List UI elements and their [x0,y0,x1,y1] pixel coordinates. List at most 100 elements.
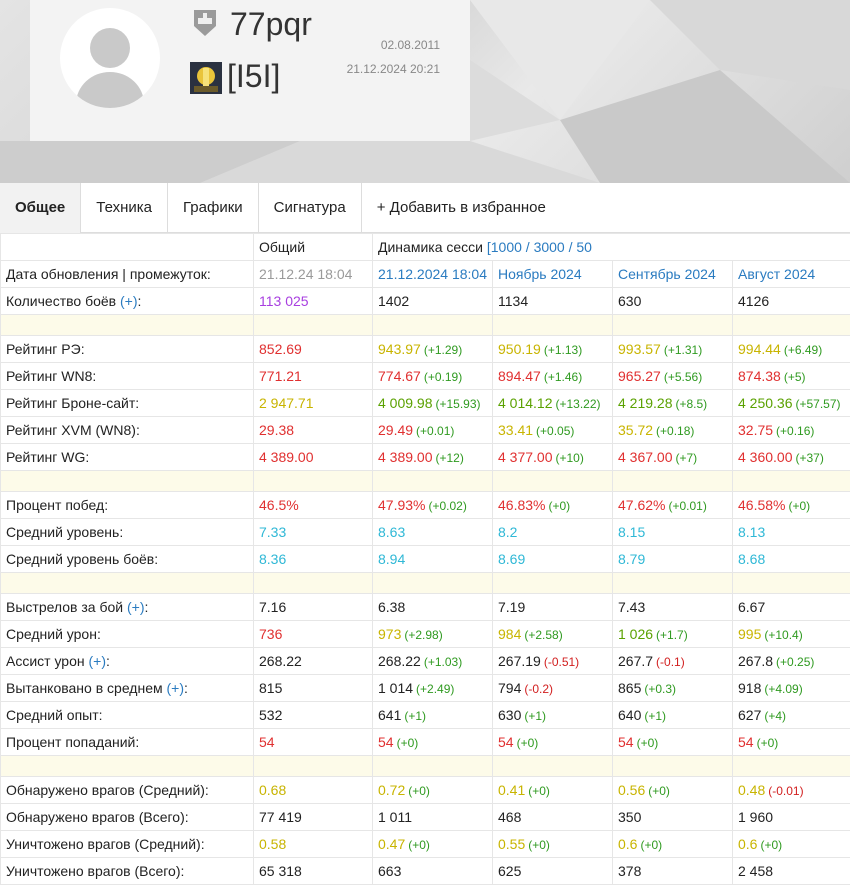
stat-period-value: 0.55 [498,836,526,852]
stat-delta: (+1.7) [656,628,688,642]
stat-delta: (+8.5) [675,397,708,411]
stat-row: Рейтинг WG: 4 389.00 4 389.00 (+12) 4 377.00… [0,443,850,471]
stat-period-value: 8.2 [498,524,518,540]
stat-label: Процент попаданий: [6,734,140,750]
stat-row: Рейтинг РЭ: 852.69 943.97 (+1.29) 950.19 (+1.… [0,335,850,363]
stat-period-value: 0.6 [738,836,758,852]
stat-label-cell: Процент попаданий: [0,728,254,756]
stat-label: Средний уровень боёв: [6,551,159,567]
stat-overall-value: 771.21 [253,362,373,390]
section-spacer [0,572,850,594]
stat-label: Выстрелов за бой [6,599,124,615]
clan-tag[interactable]: [I5I] [227,58,280,95]
spacer-cell [492,470,613,492]
stat-period-value: 8.68 [738,551,766,567]
stat-overall-value: 77 419 [253,803,373,831]
tab-general[interactable]: Общее [0,183,82,233]
stat-overall-value: 2 947.71 [253,389,373,417]
spacer-cell [731,572,850,594]
stat-period-cell: 918 (+4.09) [731,674,850,702]
stat-period-cell: 8.2 [492,518,613,546]
stat-row: Средний уровень: 7.33 8.63 8.2 8.15 8.13 [0,518,850,546]
stat-label: Рейтинг WN8: [6,368,97,384]
stat-period-value: 874.38 [738,368,781,384]
expand-link[interactable]: (+) [127,599,145,615]
wot-tank-icon [194,10,216,36]
stat-period-cell: 663 [372,857,493,885]
stat-label: Обнаружено врагов (Всего): [6,809,189,825]
stat-delta: (+0.19) [423,370,463,384]
stat-label-cell: Средний уровень: [0,518,254,546]
stat-period-cell: 4 219.28 (+8.5) [612,389,733,417]
period-header[interactable]: Август 2024 [731,260,850,288]
stat-delta: (-0.2) [524,682,554,696]
stat-period-value: 4 250.36 [738,395,793,411]
stat-period-value: 794 [498,680,522,696]
stat-period-value: 865 [618,680,642,696]
stat-period-value: 54 [738,734,754,750]
stat-period-cell: 630 (+1) [492,701,613,729]
stat-period-cell: 7.19 [492,593,613,621]
stat-delta: (+1.03) [423,655,463,669]
stat-overall-value: 0.58 [253,830,373,858]
stat-period-value: 8.69 [498,551,526,567]
tab-vehicles[interactable]: Техника [81,183,169,233]
stat-period-value: 774.67 [378,368,421,384]
spacer-cell [612,470,733,492]
stat-period-cell: 7.43 [612,593,733,621]
dynamics-period-links[interactable]: [1000 / 3000 / 50 [487,239,592,255]
stat-period-value: 1 014 [378,680,414,696]
expand-link[interactable]: (+) [167,680,185,696]
stat-label-cell: Процент побед: [0,491,254,519]
profile-banner: 77pqr [I5I] 02.08.2011 21.12.2024 20:21 [0,0,850,183]
stat-period-value: 7.43 [618,599,646,615]
stat-row: Процент побед: 46.5% 47.93% (+0.02) 46.83% (+… [0,491,850,519]
update-row-label: Дата обновления | промежуток: [0,260,254,288]
stat-period-cell: 268.22 (+1.03) [372,647,493,675]
stat-label-cell: Рейтинг Броне-сайт: [0,389,254,417]
period-header[interactable]: Сентябрь 2024 [612,260,733,288]
period-header[interactable]: Ноябрь 2024 [492,260,613,288]
stat-period-cell: 0.72 (+0) [372,776,493,804]
add-to-favorites-button[interactable]: + Добавить в избранное [362,183,561,233]
stat-period-value: 29.49 [378,422,414,438]
stat-delta: (+10) [555,451,584,465]
spacer-cell [372,314,493,336]
stat-period-cell: 4 014.12 (+13.22) [492,389,613,417]
spacer-cell [0,470,254,492]
stat-period-cell: 640 (+1) [612,701,733,729]
spacer-cell [492,755,613,777]
stat-period-cell: 4 389.00 (+12) [372,443,493,471]
spacer-cell [372,470,493,492]
stat-period-value: 640 [618,707,642,723]
stat-period-cell: 4 250.36 (+57.57) [731,389,850,417]
stat-period-cell: 973 (+2.98) [372,620,493,648]
battles-row-label: Количество боёв [6,293,117,309]
expand-link[interactable]: (+) [120,293,138,309]
stat-row: Рейтинг WN8: 771.21 774.67 (+0.19) 894.47 (+1… [0,362,850,390]
stat-label: Рейтинг XVM (WN8): [6,422,140,438]
stat-delta: (+0) [548,499,571,513]
stat-label-cell: Вытанковано в среднем (+): [0,674,254,702]
registered-date: 02.08.2011 [380,38,440,52]
tab-bar: Общее Техника Графики Сигнатура + Добави… [0,183,850,233]
stat-period-value: 625 [498,863,522,879]
stat-period-value: 267.8 [738,653,774,669]
spacer-cell [253,314,373,336]
stat-period-value: 54 [498,734,514,750]
stat-period-cell: 8.15 [612,518,733,546]
period-header[interactable]: 21.12.2024 18:04 [372,260,493,288]
battles-period: 1402 [372,287,493,315]
stat-label-cell: Ассист урон (+): [0,647,254,675]
stat-overall-value: 8.36 [253,545,373,573]
tab-charts[interactable]: Графики [168,183,259,233]
stat-period-cell: 774.67 (+0.19) [372,362,493,390]
tab-signature[interactable]: Сигнатура [259,183,362,233]
expand-link[interactable]: (+) [89,653,107,669]
stat-delta: (+0.3) [644,682,677,696]
spacer-cell [253,755,373,777]
stat-overall-value: 0.68 [253,776,373,804]
stat-period-cell: 0.47 (+0) [372,830,493,858]
stat-period-value: 1 026 [618,626,654,642]
stat-period-cell: 943.97 (+1.29) [372,335,493,363]
